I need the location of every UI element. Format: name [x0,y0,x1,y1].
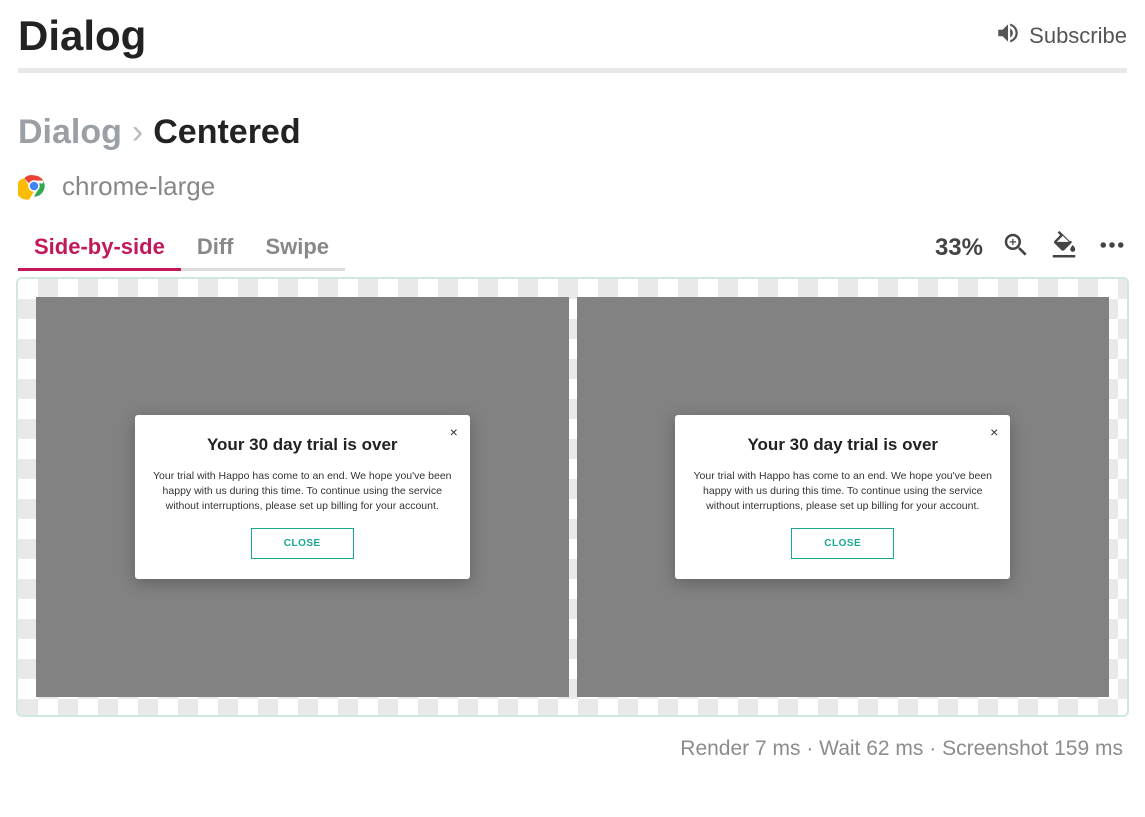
fill-tool-button[interactable] [1049,230,1079,265]
tab-diff[interactable]: Diff [181,226,250,271]
zoom-in-button[interactable] [1001,230,1031,265]
tab-swipe[interactable]: Swipe [249,226,345,271]
dialog-title: Your 30 day trial is over [693,435,992,455]
dialog-after: × Your 30 day trial is over Your trial w… [675,415,1010,580]
subscribe-label: Subscribe [1029,23,1127,49]
tab-side-by-side[interactable]: Side-by-side [18,226,181,271]
view-tabs: Side-by-side Diff Swipe [18,226,345,271]
breadcrumb: Dialog › Centered [18,113,1127,152]
speaker-icon [995,20,1021,52]
close-icon[interactable]: × [450,425,458,439]
subscribe-button[interactable]: Subscribe [995,20,1127,52]
more-options-button[interactable] [1097,230,1127,265]
dialog-body: Your trial with Happo has come to an end… [153,469,452,515]
render-stats: Render 7 ms · Wait 62 ms · Screenshot 15… [0,725,1145,779]
breadcrumb-current: Centered [153,113,300,152]
before-panel: × Your 30 day trial is over Your trial w… [36,297,569,697]
page-title: Dialog [18,12,146,60]
close-button[interactable]: CLOSE [791,528,894,559]
chrome-icon [18,170,50,202]
target-label: chrome-large [62,171,215,202]
dialog-body: Your trial with Happo has come to an end… [693,469,992,515]
chevron-right-icon: › [132,113,143,152]
comparison-frame: × Your 30 day trial is over Your trial w… [16,277,1129,717]
close-icon[interactable]: × [990,425,998,439]
zoom-level: 33% [935,234,983,262]
close-button[interactable]: CLOSE [251,528,354,559]
dialog-before: × Your 30 day trial is over Your trial w… [135,415,470,580]
after-panel: × Your 30 day trial is over Your trial w… [577,297,1110,697]
dialog-title: Your 30 day trial is over [153,435,452,455]
breadcrumb-parent[interactable]: Dialog [18,113,122,152]
